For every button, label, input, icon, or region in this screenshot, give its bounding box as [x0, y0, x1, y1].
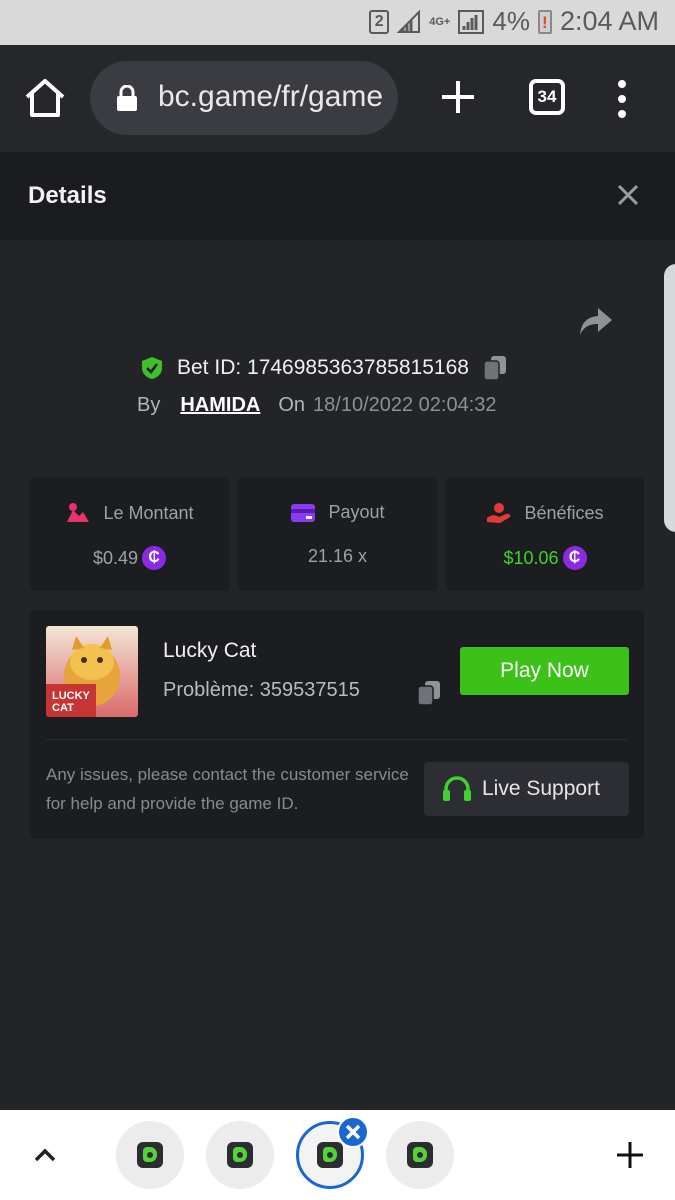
overflow-menu-icon[interactable] [612, 79, 632, 119]
stat-card-profit: Bénéfices $10.06 ₵ [446, 478, 644, 591]
payout-card-icon [291, 503, 316, 522]
headset-icon [443, 776, 471, 801]
by-label: By [137, 394, 161, 416]
address-bar[interactable]: bc.game/fr/game [90, 61, 398, 135]
stat-label: Bénéfices [524, 502, 604, 523]
battery-icon [537, 9, 552, 34]
chevron-up-icon[interactable] [32, 1146, 58, 1164]
support-note: Any issues, please contact the customer … [46, 765, 409, 813]
tab-thumb-2[interactable] [206, 1121, 274, 1189]
bet-id-row: Bet ID: 1746985363785815168 [141, 353, 507, 383]
stat-label: Payout [328, 502, 385, 522]
sim-badge: 2 [369, 9, 390, 34]
game-id: Problème: 359537515 [163, 679, 360, 701]
network-type: 4G+ [429, 15, 451, 28]
game-panel: LUCKY CAT Lucky Cat Problème: 359537515 … [30, 610, 644, 839]
plus-icon[interactable] [436, 75, 480, 119]
stat-value: 21.16 x [307, 546, 368, 566]
play-now-button[interactable]: Play Now [460, 647, 629, 695]
copy-icon[interactable] [417, 680, 441, 706]
stat-card-amount: Le Montant $0.49 ₵ [30, 478, 229, 591]
bet-amount-icon [67, 503, 90, 522]
stat-value: $10.06 [503, 547, 559, 568]
bcgame-favicon-icon [407, 1142, 433, 1168]
bcgame-favicon-icon [137, 1142, 163, 1168]
share-icon[interactable] [578, 304, 614, 338]
bcgame-favicon-icon [227, 1142, 253, 1168]
stat-label: Le Montant [103, 502, 194, 523]
clock: 2:04 AM [559, 6, 659, 36]
tab-thumb-1[interactable] [116, 1121, 184, 1189]
svg-text:LUCKY: LUCKY [52, 690, 91, 702]
signal-icon [397, 9, 421, 33]
browser-toolbar: bc.game/fr/game 34 [0, 45, 675, 152]
game-name: Lucky Cat [163, 639, 257, 662]
details-title: Details [28, 182, 107, 209]
svg-text:CAT: CAT [52, 702, 74, 714]
add-tab-icon[interactable] [615, 1140, 645, 1170]
stat-card-payout: Payout 21.16 x [238, 478, 437, 591]
shield-check-icon [142, 357, 162, 379]
on-label: On [278, 394, 306, 416]
scroll-handle[interactable] [664, 264, 675, 532]
close-tab-button[interactable] [337, 1116, 369, 1148]
bet-id: Bet ID: 1746985363785815168 [177, 356, 469, 379]
live-support-button[interactable]: Live Support [424, 762, 629, 816]
coin-icon: ₵ [562, 546, 587, 570]
coin-icon: ₵ [142, 546, 167, 570]
profit-icon [487, 503, 511, 523]
game-thumbnail[interactable]: LUCKY CAT [46, 626, 138, 717]
stat-value: $0.49 [92, 547, 139, 568]
lock-icon [117, 85, 137, 111]
bet-meta: By HAMIDA On 18/10/2022 02:04:32 [137, 394, 497, 417]
status-icons: 2 4G+ 4% 2:04 AM [369, 6, 659, 37]
details-header: Details [0, 152, 675, 240]
battery-percent: 4% [492, 6, 530, 36]
divider [46, 739, 628, 740]
home-icon[interactable] [22, 75, 68, 121]
signal-icon-2 [458, 9, 485, 34]
close-icon [345, 1124, 361, 1140]
live-support-label: Live Support [482, 777, 600, 800]
copy-icon[interactable] [483, 355, 507, 381]
url-text: bc.game/fr/game [158, 80, 384, 113]
bet-date: 18/10/2022 02:04:32 [313, 394, 497, 416]
username-link[interactable]: HAMIDA [180, 394, 260, 417]
tab-switcher-button[interactable]: 34 [529, 79, 565, 115]
close-icon[interactable] [615, 182, 641, 208]
status-bar: 2 4G+ 4% 2:04 AM [0, 0, 675, 45]
tab-thumb-4[interactable] [386, 1121, 454, 1189]
